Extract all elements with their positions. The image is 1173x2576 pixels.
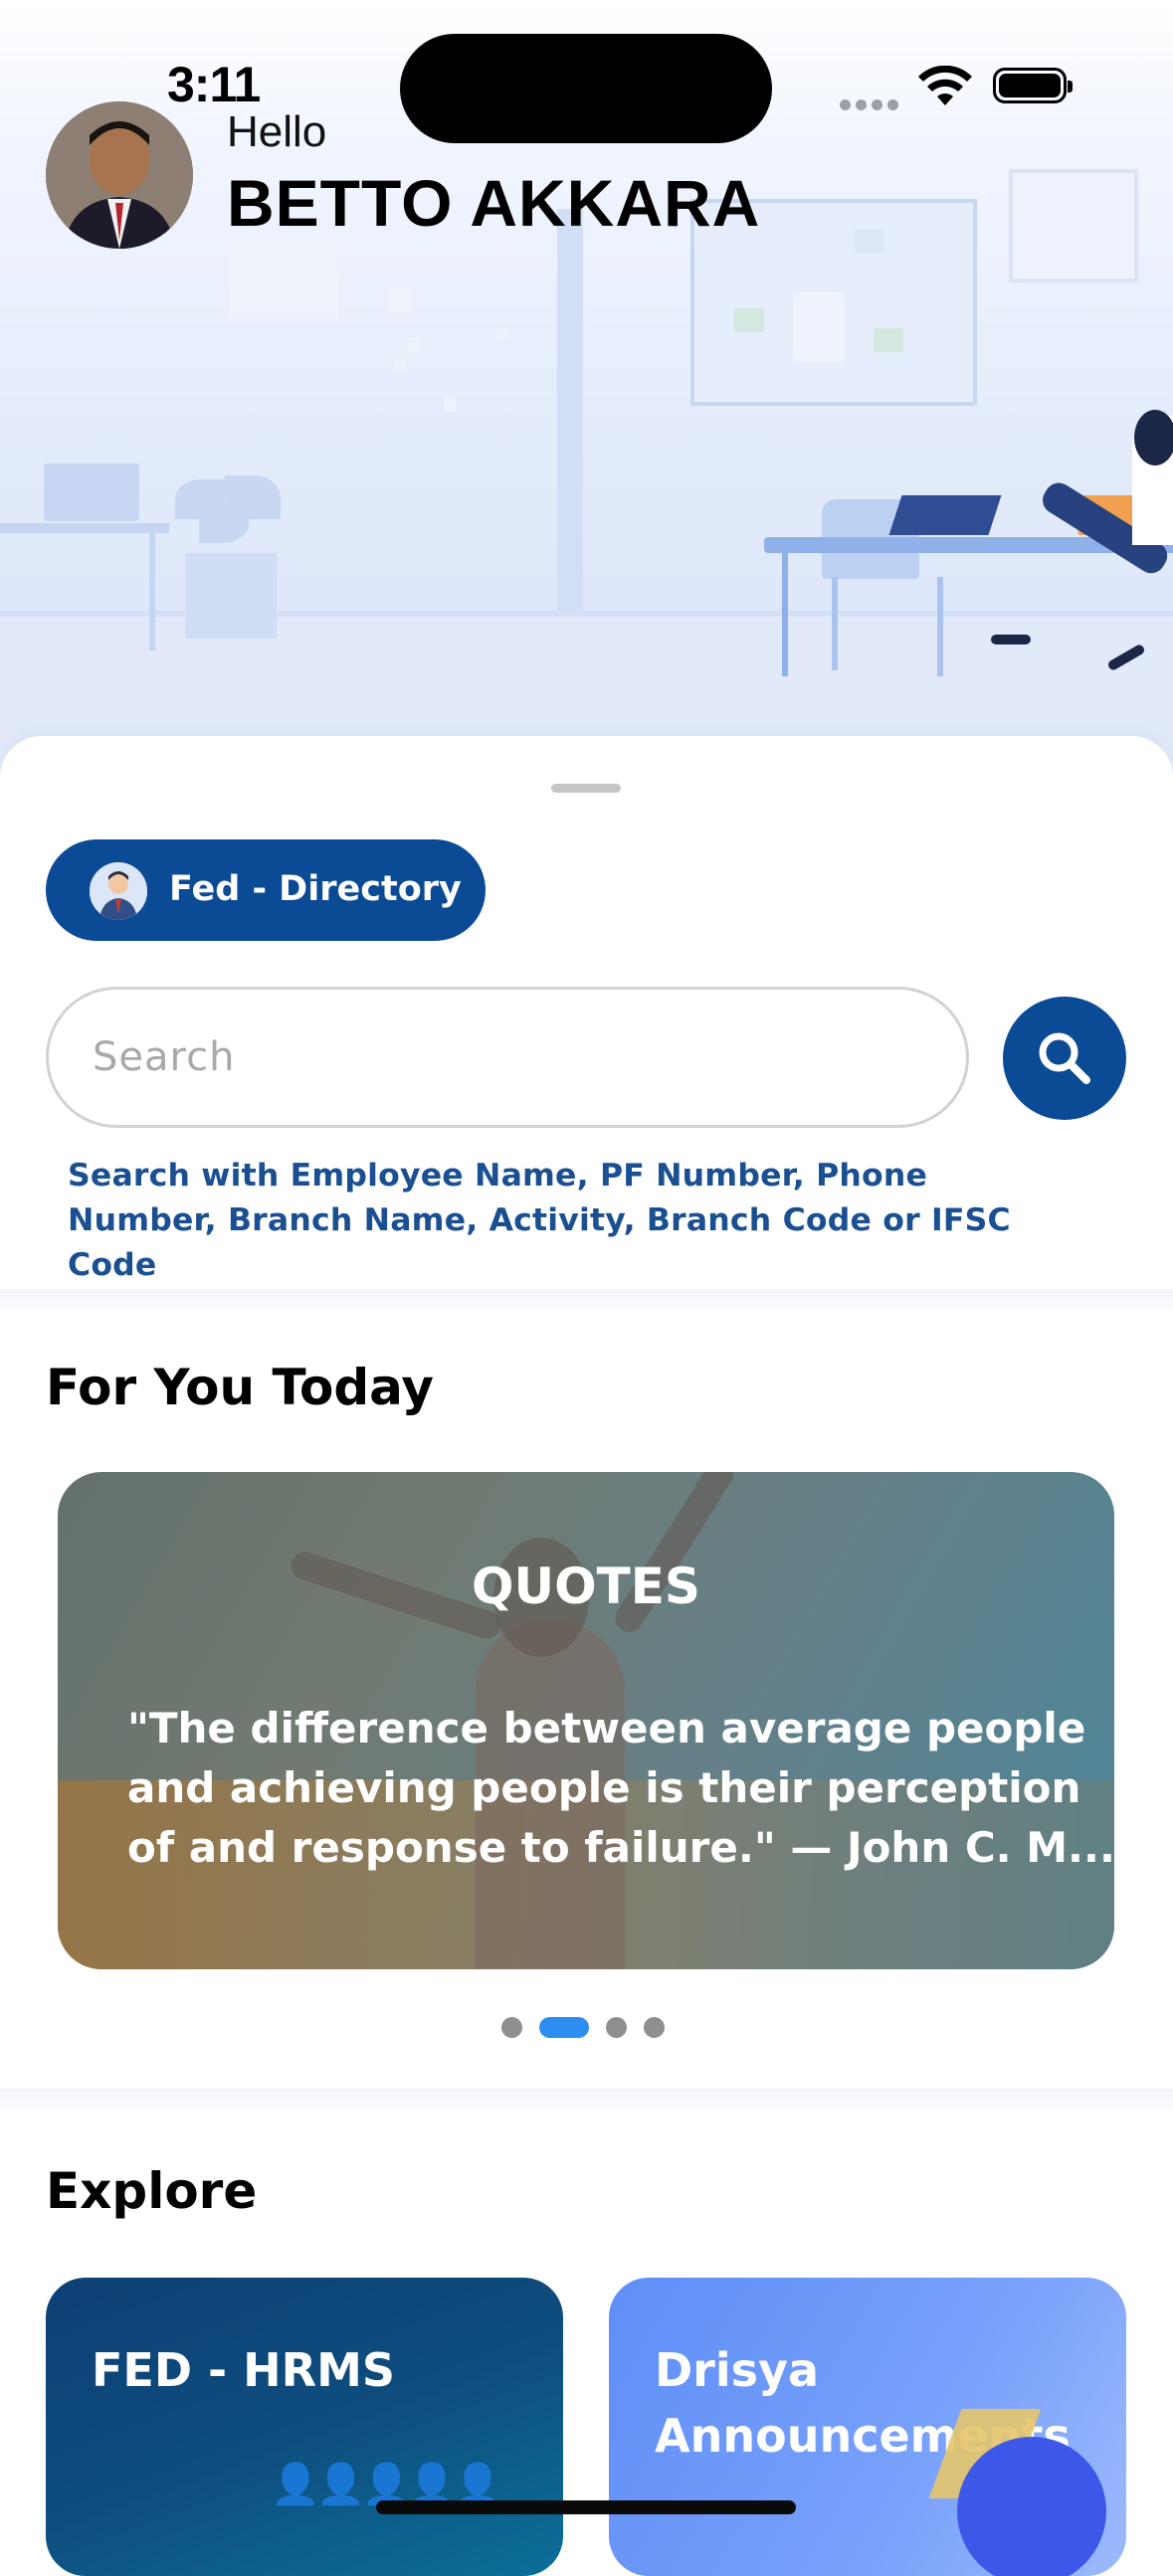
quote-heading: QUOTES	[472, 1558, 700, 1615]
directory-chip-label: Fed - Directory	[169, 869, 462, 909]
carousel-dot[interactable]	[644, 2017, 665, 2038]
carousel-dot[interactable]	[501, 2017, 522, 2038]
quote-line: and achieving people is their perception	[127, 1763, 1081, 1812]
quote-line: of and response to failure." — John C. M…	[127, 1823, 1114, 1872]
explore-title: Explore	[46, 2162, 258, 2220]
card-label-line: Drisya	[655, 2343, 820, 2397]
cellular-signal-icon	[840, 95, 903, 114]
greeting-text: Hello	[227, 107, 327, 156]
search-button[interactable]	[1003, 997, 1126, 1120]
home-indicator[interactable]	[376, 2500, 796, 2514]
user-avatar[interactable]	[46, 101, 193, 249]
quote-line: "The difference between average people	[127, 1704, 1086, 1752]
section-divider	[0, 2089, 1173, 2115]
user-name: BETTO AKKARA	[227, 166, 761, 240]
carousel-dot-active[interactable]	[539, 2017, 589, 2038]
dynamic-island	[400, 34, 772, 143]
fed-hrms-label: FED - HRMS	[92, 2343, 395, 2397]
quote-text: "The difference between average people a…	[127, 1699, 1114, 1878]
fed-directory-button[interactable]: Fed - Directory	[46, 839, 486, 941]
quote-card[interactable]: QUOTES "The difference between average p…	[58, 1472, 1114, 1969]
carousel-dot[interactable]	[606, 2017, 627, 2038]
search-icon	[1039, 1032, 1090, 1084]
fed-hrms-card[interactable]: FED - HRMS 👤👤👤👤👤	[46, 2278, 563, 2576]
directory-search-input[interactable]	[46, 987, 969, 1128]
directory-person-icon	[90, 862, 147, 920]
drag-handle[interactable]	[551, 784, 621, 793]
section-divider	[0, 1289, 1173, 1315]
status-time: 3:11	[167, 57, 261, 112]
battery-icon	[993, 68, 1073, 103]
for-you-today-title: For You Today	[46, 1359, 434, 1416]
drisya-announcements-card[interactable]: Drisya Announcements	[609, 2278, 1126, 2576]
wifi-icon	[918, 66, 972, 105]
search-hint-text: Search with Employee Name, PF Number, Ph…	[68, 1158, 1011, 1283]
megaphone-icon	[957, 2437, 1106, 2576]
